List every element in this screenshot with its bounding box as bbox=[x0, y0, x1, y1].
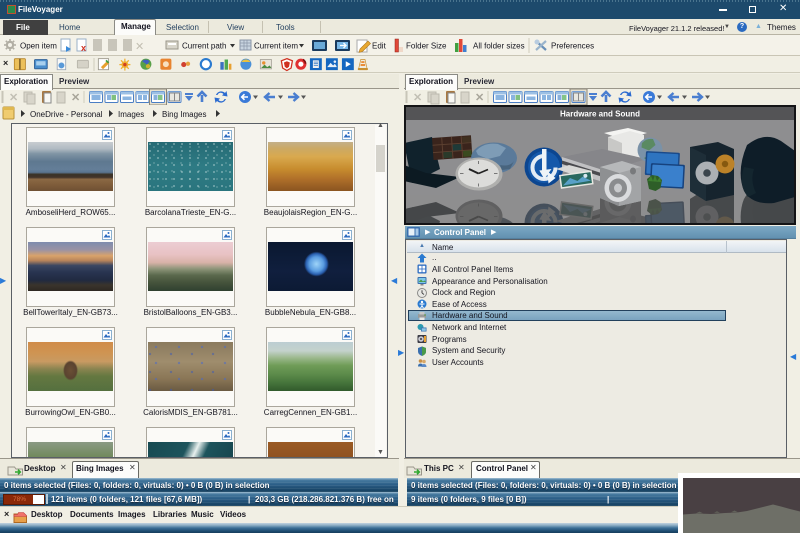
svg-text:Edit: Edit bbox=[372, 42, 387, 51]
svg-text:Bing Images: Bing Images bbox=[162, 110, 206, 119]
svg-text:Open item: Open item bbox=[20, 42, 57, 51]
svg-text:✕: ✕ bbox=[9, 92, 18, 104]
svg-text:OneDrive - Personal: OneDrive - Personal bbox=[30, 110, 103, 119]
svg-text:×: × bbox=[3, 58, 8, 68]
svg-text:✕: ✕ bbox=[413, 92, 422, 104]
svg-text:✕: ✕ bbox=[71, 92, 80, 104]
svg-text:All folder sizes: All folder sizes bbox=[473, 42, 525, 51]
svg-text:Current item: Current item bbox=[254, 42, 298, 51]
svg-text:✕: ✕ bbox=[475, 92, 484, 104]
svg-text:Hardware and Sound: Hardware and Sound bbox=[560, 110, 640, 119]
svg-text:✕: ✕ bbox=[135, 41, 144, 53]
svg-text:x: x bbox=[81, 43, 86, 53]
svg-text:Current path: Current path bbox=[182, 42, 226, 51]
svg-text:Preferences: Preferences bbox=[551, 42, 594, 51]
svg-text:Images: Images bbox=[118, 110, 144, 119]
svg-text:Folder Size: Folder Size bbox=[406, 42, 447, 51]
